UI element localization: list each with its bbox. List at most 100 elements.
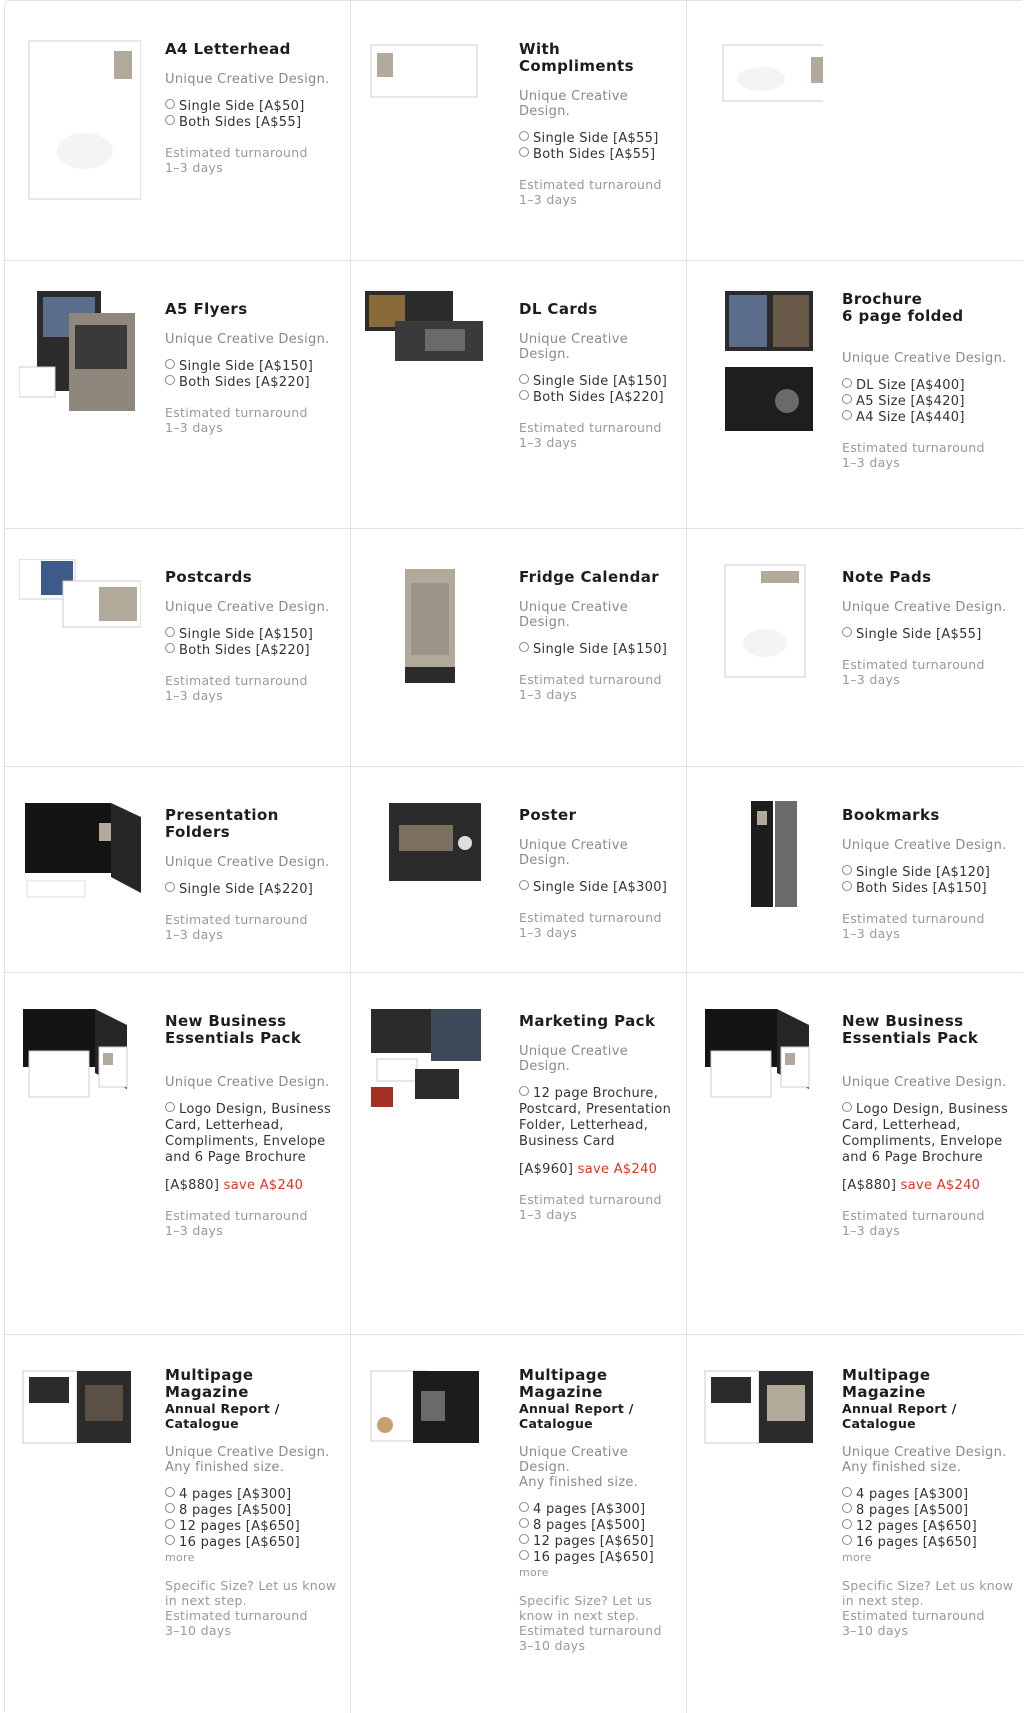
radio-icon[interactable] (165, 359, 175, 369)
option-radio[interactable]: 12 pages [A$650] (165, 1519, 340, 1535)
option-radio[interactable]: Logo Design, Business Card, Letterhead, … (842, 1102, 1018, 1166)
radio-icon[interactable] (165, 1102, 175, 1112)
radio-icon[interactable] (165, 1519, 175, 1529)
option-radio[interactable]: DL Size [A$400] (842, 378, 1018, 394)
radio-icon[interactable] (165, 115, 175, 125)
radio-icon[interactable] (842, 378, 852, 388)
radio-icon[interactable] (165, 882, 175, 892)
radio-icon[interactable] (842, 410, 852, 420)
radio-icon[interactable] (842, 1102, 852, 1112)
radio-icon[interactable] (842, 1503, 852, 1513)
radio-icon[interactable] (519, 1086, 529, 1096)
product-title[interactable]: Brochure (842, 291, 1018, 308)
more-link[interactable]: more (519, 1566, 679, 1579)
option-radio[interactable]: Single Side [A$150] (519, 642, 679, 658)
product-title[interactable]: Note Pads (842, 569, 1018, 586)
product-title[interactable]: DL Cards (519, 301, 679, 318)
more-link[interactable]: more (842, 1551, 1018, 1564)
product-title[interactable]: Presentation Folders (165, 807, 340, 841)
option-radio[interactable]: 16 pages [A$650] (519, 1550, 679, 1566)
option-radio[interactable]: Single Side [A$220] (165, 882, 340, 898)
product-card-poster[interactable]: Poster Unique Creative Design. Single Si… (351, 767, 687, 972)
option-radio[interactable]: Single Side [A$120] (842, 865, 1018, 881)
product-card-with-compliments[interactable]: With Compliments Unique Creative Design.… (351, 1, 687, 260)
product-title[interactable]: Fridge Calendar (519, 569, 679, 586)
radio-icon[interactable] (842, 394, 852, 404)
radio-icon[interactable] (519, 374, 529, 384)
radio-icon[interactable] (519, 1550, 529, 1560)
option-radio[interactable]: Both Sides [A$220] (165, 375, 340, 391)
radio-icon[interactable] (165, 1503, 175, 1513)
product-title[interactable]: Marketing Pack (519, 1013, 679, 1030)
product-card-dl-cards[interactable]: DL Cards Unique Creative Design. Single … (351, 261, 687, 528)
radio-icon[interactable] (519, 880, 529, 890)
radio-icon[interactable] (842, 881, 852, 891)
product-card-a5-flyers[interactable]: A5 Flyers Unique Creative Design. Single… (5, 261, 351, 528)
option-radio[interactable]: Single Side [A$50] (165, 99, 340, 115)
radio-icon[interactable] (165, 1487, 175, 1497)
option-radio[interactable]: 12 pages [A$650] (519, 1534, 679, 1550)
radio-icon[interactable] (165, 627, 175, 637)
radio-icon[interactable] (519, 147, 529, 157)
option-radio[interactable]: 12 pages [A$650] (842, 1519, 1018, 1535)
option-radio[interactable]: Logo Design, Business Card, Letterhead, … (165, 1102, 340, 1166)
radio-icon[interactable] (842, 865, 852, 875)
product-card-bookmarks[interactable]: Bookmarks Unique Creative Design. Single… (687, 767, 1023, 972)
product-title[interactable]: A4 Letterhead (165, 41, 340, 58)
more-link[interactable]: more (165, 1551, 340, 1564)
radio-icon[interactable] (842, 1519, 852, 1529)
product-card-note-pads[interactable]: Note Pads Unique Creative Design. Single… (687, 529, 1023, 766)
option-radio[interactable]: 16 pages [A$650] (842, 1535, 1018, 1551)
radio-icon[interactable] (165, 375, 175, 385)
option-radio[interactable]: Single Side [A$55] (519, 131, 679, 147)
product-card-multipage-magazine-2[interactable]: Multipage Magazine Annual Report / Catal… (351, 1335, 687, 1713)
radio-icon[interactable] (519, 642, 529, 652)
option-radio[interactable]: 8 pages [A$500] (519, 1518, 679, 1534)
product-title[interactable]: Bookmarks (842, 807, 1018, 824)
option-radio[interactable]: Single Side [A$300] (519, 880, 679, 896)
option-radio[interactable]: 4 pages [A$300] (519, 1502, 679, 1518)
product-title[interactable]: Postcards (165, 569, 340, 586)
product-card-multipage-magazine[interactable]: Multipage Magazine Annual Report / Catal… (5, 1335, 351, 1713)
product-card-fridge-calendar[interactable]: Fridge Calendar Unique Creative Design. … (351, 529, 687, 766)
product-title[interactable]: New Business Essentials Pack (842, 1013, 1018, 1047)
product-card-new-business-essentials-pack[interactable]: New Business Essentials Pack Unique Crea… (5, 973, 351, 1334)
radio-icon[interactable] (519, 1518, 529, 1528)
product-card-marketing-pack[interactable]: Marketing Pack Unique Creative Design. 1… (351, 973, 687, 1334)
radio-icon[interactable] (842, 627, 852, 637)
product-title[interactable]: New Business Essentials Pack (165, 1013, 340, 1047)
product-title[interactable]: Multipage Magazine (519, 1367, 679, 1401)
radio-icon[interactable] (165, 99, 175, 109)
option-radio[interactable]: Single Side [A$150] (165, 359, 340, 375)
radio-icon[interactable] (519, 390, 529, 400)
radio-icon[interactable] (519, 1502, 529, 1512)
product-card-a4-letterhead[interactable]: A4 Letterhead Unique Creative Design. Si… (5, 1, 351, 260)
product-card-envelope[interactable] (687, 1, 1023, 260)
product-card-postcards[interactable]: Postcards Unique Creative Design. Single… (5, 529, 351, 766)
option-radio[interactable]: 4 pages [A$300] (165, 1487, 340, 1503)
option-radio[interactable]: Both Sides [A$55] (519, 147, 679, 163)
option-radio[interactable]: Single Side [A$150] (165, 627, 340, 643)
option-radio[interactable]: 8 pages [A$500] (842, 1503, 1018, 1519)
option-radio[interactable]: 12 page Brochure, Postcard, Presentation… (519, 1086, 679, 1150)
option-radio[interactable]: A5 Size [A$420] (842, 394, 1018, 410)
product-title[interactable]: Poster (519, 807, 679, 824)
radio-icon[interactable] (165, 643, 175, 653)
option-radio[interactable]: 8 pages [A$500] (165, 1503, 340, 1519)
option-radio[interactable]: A4 Size [A$440] (842, 410, 1018, 426)
option-radio[interactable]: Single Side [A$150] (519, 374, 679, 390)
option-radio[interactable]: Single Side [A$55] (842, 627, 1018, 643)
product-title[interactable]: A5 Flyers (165, 301, 340, 318)
option-radio[interactable]: Both Sides [A$150] (842, 881, 1018, 897)
radio-icon[interactable] (519, 1534, 529, 1544)
product-title[interactable]: Multipage Magazine (165, 1367, 340, 1401)
option-radio[interactable]: Both Sides [A$220] (519, 390, 679, 406)
radio-icon[interactable] (842, 1487, 852, 1497)
product-card-presentation-folders[interactable]: Presentation Folders Unique Creative Des… (5, 767, 351, 972)
radio-icon[interactable] (842, 1535, 852, 1545)
option-radio[interactable]: Both Sides [A$220] (165, 643, 340, 659)
option-radio[interactable]: Both Sides [A$55] (165, 115, 340, 131)
product-card-brochure[interactable]: Brochure 6 page folded Unique Creative D… (687, 261, 1023, 528)
product-title[interactable]: With Compliments (519, 41, 679, 75)
product-title[interactable]: Multipage Magazine (842, 1367, 1018, 1401)
